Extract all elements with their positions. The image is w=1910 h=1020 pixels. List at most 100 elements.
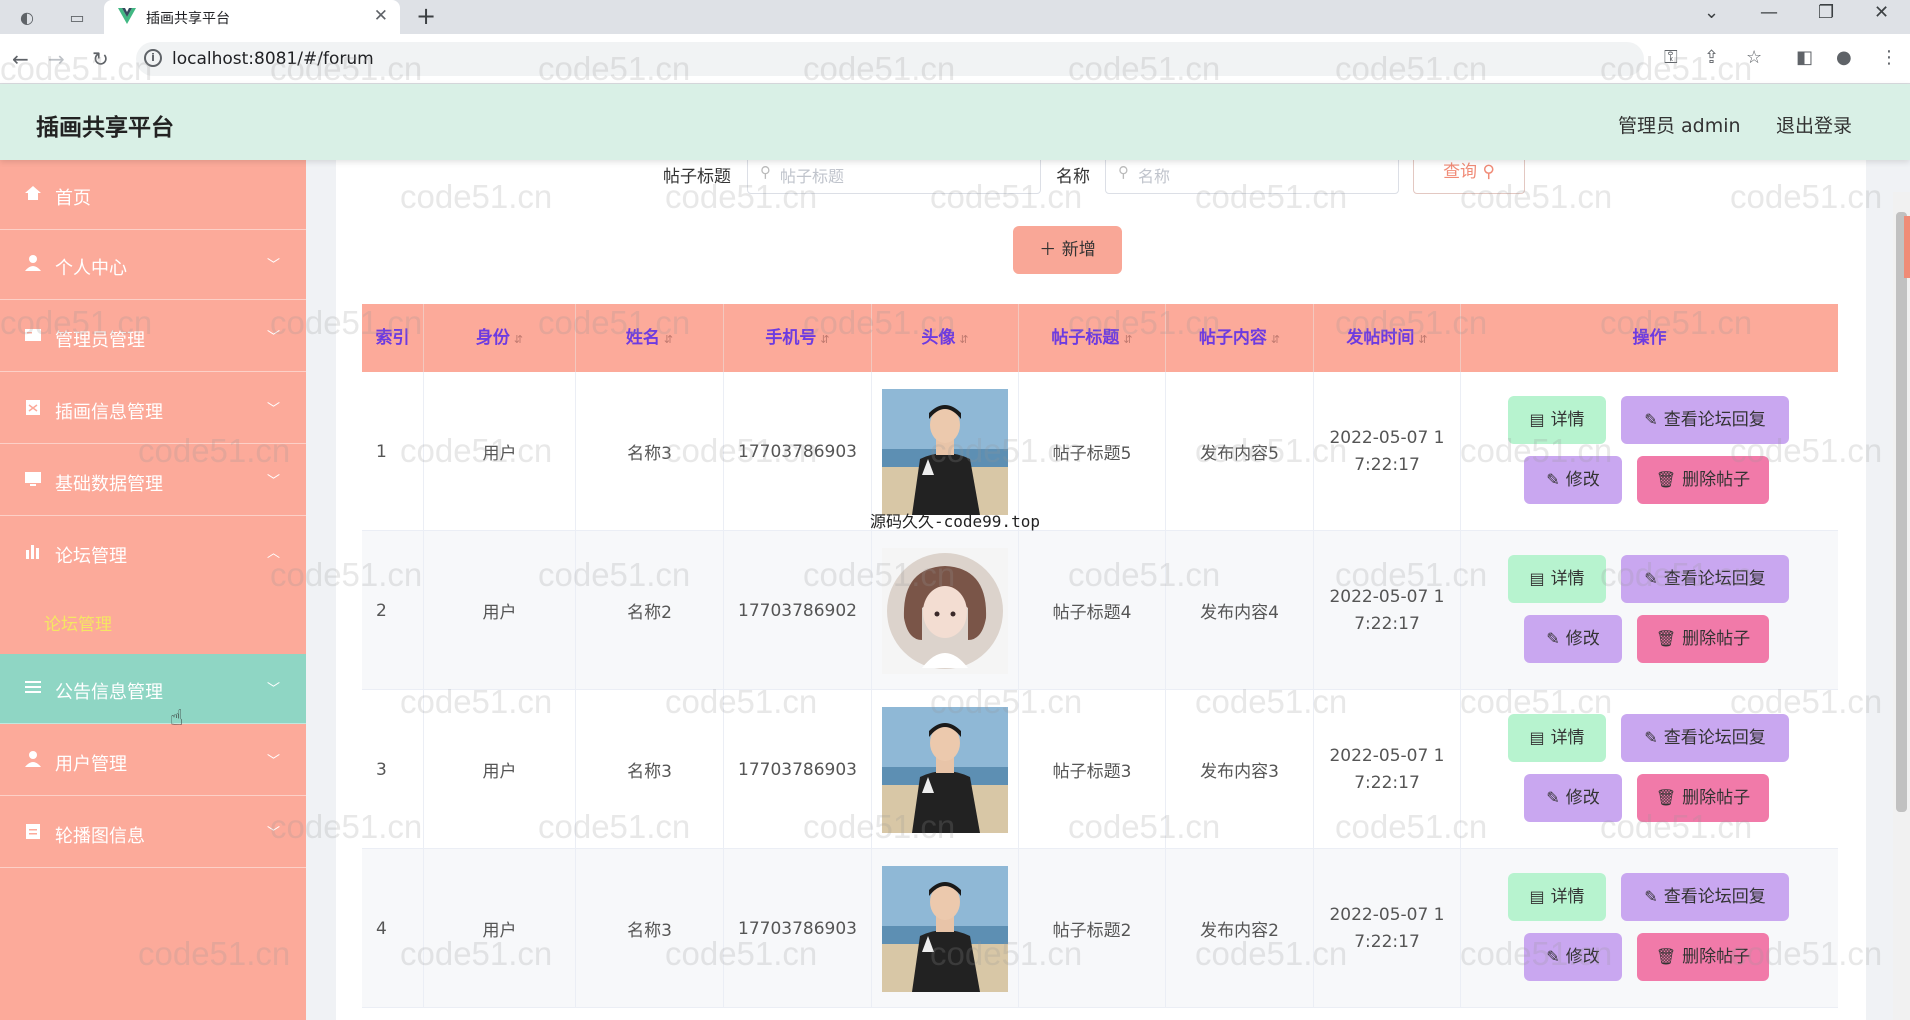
chevron-down-icon: ﹀ <box>266 330 280 345</box>
sidebar-item-users[interactable]: 用户管理 ﹀ <box>0 726 306 796</box>
table-row: 4 用户 名称3 17703786903 帖子标题2 发布内容2 2022-05-07 17… <box>362 849 1838 1008</box>
sidebar-item-admin[interactable]: 管理员管理 ﹀ <box>0 302 306 372</box>
forward-icon[interactable]: → <box>48 47 65 71</box>
chevron-down-icon: ﹀ <box>266 474 280 489</box>
cell-phone: 17703786903 <box>724 372 872 531</box>
edit-icon: ✎ <box>1644 410 1658 429</box>
col-name[interactable]: 姓名 ⇵ <box>576 304 724 372</box>
col-avatar[interactable]: 头像 ⇵ <box>872 304 1019 372</box>
profile-icon[interactable]: ● <box>1836 47 1852 68</box>
document-icon: ▤ <box>1529 410 1545 429</box>
browser-tab[interactable]: 插画共享平台 ✕ <box>104 0 400 34</box>
key-icon[interactable]: ⚿ <box>1664 47 1678 68</box>
col-time[interactable]: 发帖时间 ⇵ <box>1314 304 1461 372</box>
cell-time: 2022-05-07 1 7:22:17 <box>1314 372 1461 531</box>
chevron-down-icon: ﹀ <box>266 826 280 841</box>
url-field[interactable]: i localhost:8081/#/forum <box>136 42 1644 76</box>
site-info-icon[interactable]: i <box>144 49 162 67</box>
cell-identity: 用户 <box>424 531 576 690</box>
detail-button[interactable]: ▤ 详情 <box>1508 555 1606 603</box>
sort-icon: ⇵ <box>513 333 524 346</box>
view-reply-button[interactable]: ✎ 查看论坛回复 <box>1621 714 1789 762</box>
cell-identity: 用户 <box>424 849 576 1008</box>
overlay-text: 源码久久-code99.top <box>870 512 1040 531</box>
logout-link[interactable]: 退出登录 <box>1776 111 1852 138</box>
table-header: 索引 身份 ⇵ 姓名 ⇵ 手机号 ⇵ 头像 ⇵ 帖子标题 ⇵ 帖子内容 ⇵ 发帖时间 ⇵ 操作 <box>362 304 1838 372</box>
tab-group-icon[interactable]: ▭ <box>64 4 90 30</box>
search-icon: ⚲ <box>1482 162 1495 182</box>
time-text: 2022-05-07 1 7:22:17 <box>1329 745 1445 793</box>
tab-search-icon[interactable]: ◐ <box>14 4 40 30</box>
home-icon <box>25 186 41 200</box>
view-reply-button[interactable]: ✎ 查看论坛回复 <box>1621 396 1789 444</box>
time-text: 2022-05-07 1 7:22:17 <box>1329 586 1445 634</box>
view-reply-button[interactable]: ✎ 查看论坛回复 <box>1621 555 1789 603</box>
col-index[interactable]: 索引 <box>362 304 424 372</box>
sidebar-subitem-forum[interactable]: 论坛管理 <box>44 610 112 635</box>
sidepanel-icon[interactable]: ◧ <box>1796 47 1813 68</box>
col-title[interactable]: 帖子标题 ⇵ <box>1019 304 1166 372</box>
reload-icon[interactable]: ↻ <box>92 47 109 71</box>
sidebar-item-profile[interactable]: 个人中心 ﹀ <box>0 230 306 300</box>
add-button[interactable]: ＋ 新增 <box>1013 226 1122 274</box>
edit-button[interactable]: ✎ 修改 <box>1524 615 1622 663</box>
edit-button[interactable]: ✎ 修改 <box>1524 774 1622 822</box>
search-title-input[interactable]: ⚲ 帖子标题 <box>747 160 1041 194</box>
sidebar-item-forum[interactable]: 论坛管理 ︿ <box>0 518 306 588</box>
col-content[interactable]: 帖子内容 ⇵ <box>1166 304 1314 372</box>
delete-button[interactable]: 🗑 删除帖子 <box>1637 933 1769 981</box>
hand-cursor-icon: ☝ <box>170 706 184 731</box>
detail-button[interactable]: ▤ 详情 <box>1508 396 1606 444</box>
restore-icon[interactable]: ❐ <box>1818 2 1834 23</box>
cell-title: 帖子标题5 <box>1019 372 1166 531</box>
close-window-icon[interactable]: ✕ <box>1874 2 1889 23</box>
document-icon: ▤ <box>1529 569 1545 588</box>
bookmark-star-icon[interactable]: ☆ <box>1746 47 1762 68</box>
chevron-down-icon: ﹀ <box>266 402 280 417</box>
cell-content: 发布内容5 <box>1166 372 1314 531</box>
delete-button[interactable]: 🗑 删除帖子 <box>1637 774 1769 822</box>
scrollbar-thumb[interactable] <box>1896 212 1907 812</box>
delete-button[interactable]: 🗑 删除帖子 <box>1637 615 1769 663</box>
table-row: 2 用户 名称2 17703786902 帖子标题4 发布内容4 2022-05-07 17… <box>362 531 1838 690</box>
sort-icon: ⇵ <box>1123 333 1133 346</box>
col-identity[interactable]: 身份 ⇵ <box>424 304 576 372</box>
sidebar-item-basic-data[interactable]: 基础数据管理 ﹀ <box>0 446 306 516</box>
plus-icon: ＋ <box>1039 240 1057 260</box>
edit-button[interactable]: ✎ 修改 <box>1524 933 1622 981</box>
edit-icon: ✎ <box>1546 470 1560 489</box>
cell-time: 2022-05-07 1 7:22:17 <box>1314 531 1461 690</box>
app-header: 插画共享平台 管理员 admin 退出登录 <box>0 84 1910 160</box>
detail-button[interactable]: ▤ 详情 <box>1508 873 1606 921</box>
share-icon[interactable]: ⇪ <box>1704 47 1719 68</box>
view-reply-button[interactable]: ✎ 查看论坛回复 <box>1621 873 1789 921</box>
sort-icon: ⇵ <box>959 333 969 346</box>
tab-list-icon[interactable]: ⌄ <box>1704 2 1719 23</box>
sidebar-item-carousel[interactable]: 轮播图信息 ﹀ <box>0 798 306 868</box>
delete-button[interactable]: 🗑 删除帖子 <box>1637 456 1769 504</box>
cell-content: 发布内容3 <box>1166 690 1314 849</box>
sidebar-item-home[interactable]: 首页 <box>0 160 306 230</box>
chevron-up-icon: ︿ <box>266 546 280 561</box>
edit-icon: ✎ <box>1644 728 1658 747</box>
document-icon: ▤ <box>1529 887 1545 906</box>
back-icon[interactable]: ← <box>12 47 29 71</box>
col-phone[interactable]: 手机号 ⇵ <box>724 304 872 372</box>
sidebar: 首页 个人中心 ﹀ 管理员管理 ﹀ 插画信息管理 ﹀ 基础数据管理 ﹀ 论坛管理… <box>0 160 306 1020</box>
cell-name: 名称2 <box>576 531 724 690</box>
tab-close-icon[interactable]: ✕ <box>374 6 388 26</box>
sidebar-item-notice[interactable]: 公告信息管理 ﹀ <box>0 654 306 724</box>
detail-button[interactable]: ▤ 详情 <box>1508 714 1606 762</box>
menu-dots-icon[interactable]: ⋮ <box>1880 47 1898 68</box>
edit-button[interactable]: ✎ 修改 <box>1524 456 1622 504</box>
cell-phone: 17703786902 <box>724 531 872 690</box>
table-row: 3 用户 名称3 17703786903 帖子标题3 发布内容3 2022-05-07 17… <box>362 690 1838 849</box>
new-tab-icon[interactable]: + <box>416 4 436 28</box>
search-name-input[interactable]: ⚲ 名称 <box>1105 160 1399 194</box>
sidebar-item-illustration[interactable]: 插画信息管理 ﹀ <box>0 374 306 444</box>
minimize-icon[interactable]: — <box>1760 2 1778 23</box>
app-title: 插画共享平台 <box>36 115 174 141</box>
query-button[interactable]: 查询 ⚲ <box>1413 160 1525 194</box>
sidebar-item-label: 论坛管理 <box>55 546 127 567</box>
vue-logo-icon <box>118 8 136 24</box>
